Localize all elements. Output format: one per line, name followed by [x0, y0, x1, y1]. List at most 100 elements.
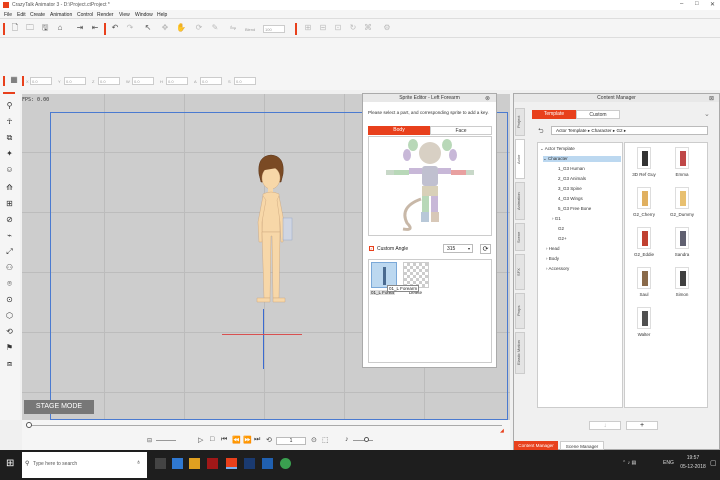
side-tab-animation[interactable]: Animation [515, 182, 525, 220]
body-part-selector[interactable] [368, 136, 492, 236]
group-icon[interactable]: ⊡ [333, 23, 343, 33]
path-tool-icon[interactable]: ⚇ [4, 262, 15, 273]
camera-tool-icon[interactable]: ⊙ [4, 294, 15, 305]
h-input[interactable]: 0.0 [166, 77, 188, 85]
acrobat-icon[interactable] [207, 458, 218, 469]
windows-start-icon[interactable]: ⊞ [6, 458, 14, 469]
back-icon[interactable]: ⮌ [538, 127, 544, 138]
y-input[interactable]: 0.0 [64, 77, 86, 85]
tab-body[interactable]: Body [368, 126, 430, 135]
next-frame-icon[interactable]: ⏩ [243, 436, 252, 444]
sprite-tool-icon[interactable]: ⟰ [4, 182, 15, 193]
timeline-track[interactable] [27, 425, 502, 426]
z-input[interactable]: 0.0 [98, 77, 120, 85]
tree-item-head[interactable]: › Head [546, 246, 560, 251]
record-icon[interactable]: ⊙ [311, 436, 317, 444]
elastic-tool-icon[interactable]: ⌾ [4, 278, 15, 289]
side-tab-scene[interactable]: Scene [515, 223, 525, 251]
zoom-slider[interactable] [156, 440, 176, 441]
photos-icon[interactable] [262, 458, 273, 469]
rotate-icon[interactable]: ↻ [348, 23, 358, 33]
custom-angle-checkbox[interactable]: ✓ [369, 246, 374, 251]
blend-input[interactable]: 100 [263, 25, 285, 33]
reset-angle-icon[interactable]: ⟳ [480, 244, 491, 254]
store-icon[interactable]: ⌂ [55, 23, 65, 33]
actor-thumb-g2-cherry[interactable] [637, 187, 651, 209]
tab-template[interactable]: Template [532, 110, 576, 119]
character-actor[interactable] [247, 152, 297, 312]
w-input[interactable]: 0.0 [132, 77, 154, 85]
menu-chevron-icon[interactable]: ⌄ [704, 110, 710, 118]
download-button[interactable]: ↓ [589, 421, 621, 430]
tree-item-body[interactable]: › Body [546, 256, 559, 261]
side-tab-actor[interactable]: Actor [515, 139, 525, 179]
fullscreen-icon[interactable]: ⬚ [322, 436, 329, 444]
tree-item-g1[interactable]: › G1 [552, 216, 561, 221]
tree-item-accessory[interactable]: › Accessory [546, 266, 569, 271]
actor-thumb-sandra[interactable] [675, 227, 689, 249]
side-tab-project[interactable]: Project [515, 108, 525, 136]
loop-icon[interactable]: ⟲ [266, 436, 272, 444]
clock-date[interactable]: 05-12-2018 [677, 464, 709, 470]
tray-icons[interactable]: ⌃ ♪ ▤ [622, 460, 636, 466]
volume-icon[interactable]: ♪ [345, 436, 349, 443]
actor-thumb-walter[interactable] [637, 307, 651, 329]
menu-render[interactable]: Render [97, 12, 113, 18]
first-frame-icon[interactable]: ⏮ [221, 436, 227, 444]
move-icon[interactable]: ✥ [160, 23, 170, 33]
actor-thumb-g2-eddie[interactable] [637, 227, 651, 249]
menu-create[interactable]: Create [30, 12, 45, 18]
zoom-icon[interactable]: ⊟ [147, 437, 152, 444]
tree-item-g3-free-bone[interactable]: 5_G3 Free Bone [558, 206, 591, 211]
actor-thumb-g2-dummy[interactable] [675, 187, 689, 209]
tree-item-character[interactable]: ⌄ Character [543, 156, 621, 162]
a-input[interactable]: 0.0 [200, 77, 222, 85]
motion-tool-icon[interactable]: ⌁ [4, 230, 15, 241]
transform-icon[interactable]: ⟳ [194, 23, 204, 33]
volume-knob[interactable] [364, 437, 369, 442]
pan-icon[interactable]: ✋ [176, 23, 186, 33]
tree-item-g3-wings[interactable]: 4_G3 Wings [558, 196, 583, 201]
last-frame-icon[interactable]: ⏭ [254, 436, 260, 444]
edge-browser-icon[interactable] [172, 458, 183, 469]
x-input[interactable]: 0.0 [30, 77, 52, 85]
menu-control[interactable]: Control [77, 12, 93, 18]
crazytalk-taskbar-icon[interactable] [226, 458, 237, 469]
composer-tool-icon[interactable]: ⧉ [4, 132, 15, 143]
photoshop-icon[interactable] [244, 458, 255, 469]
select-arrow-icon[interactable]: ↖ [143, 23, 153, 33]
menu-window[interactable]: Window [135, 12, 153, 18]
language-indicator[interactable]: ENG [663, 460, 674, 466]
render-tool-icon[interactable]: ⬡ [4, 310, 15, 321]
new-file-icon[interactable]: 🗋 [10, 23, 20, 33]
side-tab-sfx[interactable]: SFX [515, 254, 525, 290]
maximize-icon[interactable]: □ [695, 1, 699, 7]
bone-tool-icon[interactable]: ⚲ [4, 100, 15, 111]
taskbar-search[interactable]: ⚲ Type here to search ♁ [22, 452, 147, 478]
task-view-icon[interactable] [155, 458, 166, 469]
minimize-icon[interactable]: – [680, 1, 683, 7]
sprite-editor-close-icon[interactable]: ⊗ [485, 95, 490, 102]
extra-tool-icon[interactable]: ⚑ [4, 342, 15, 353]
tree-item-g3-animals[interactable]: 2_G3 Animals [558, 176, 586, 181]
layer-tool-icon[interactable]: ⊞ [4, 198, 15, 209]
stage-mode-button[interactable]: STAGE MODE [24, 400, 94, 414]
menu-help[interactable]: Help [157, 12, 167, 18]
grid-icon[interactable]: ▦ [9, 75, 19, 85]
tree-item-actor-template[interactable]: ⌄ Actor Template [540, 146, 575, 152]
s-input[interactable]: 0.0 [234, 77, 256, 85]
menu-animation[interactable]: Animation [50, 12, 72, 18]
tab-scene-manager[interactable]: Scene Manager [560, 441, 604, 450]
undo-icon[interactable]: ↶ [110, 23, 120, 33]
content-manager-close-icon[interactable]: ⊠ [709, 95, 714, 102]
tab-face[interactable]: Face [430, 126, 492, 135]
close-icon[interactable]: ✕ [710, 1, 715, 8]
menu-edit[interactable]: Edit [17, 12, 26, 18]
clock-time[interactable]: 19:57 [680, 455, 706, 461]
attach-icon[interactable]: ⌘ [363, 23, 373, 33]
breadcrumb-item[interactable]: G2 [616, 128, 622, 133]
prev-frame-icon[interactable]: ⏪ [232, 436, 241, 444]
settings-icon[interactable]: ⚙ [382, 23, 392, 33]
add-button[interactable]: + [626, 421, 658, 430]
puppet-tool-icon[interactable]: ✦ [4, 148, 15, 159]
